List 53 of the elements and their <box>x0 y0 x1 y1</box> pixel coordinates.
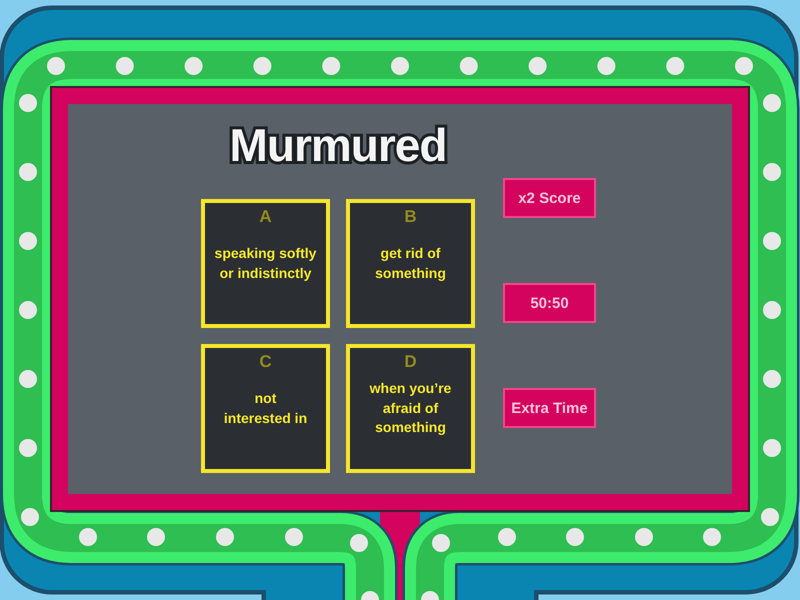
marquee-light-icon <box>566 528 584 546</box>
marquee-light-icon <box>147 528 165 546</box>
marquee-light-icon <box>763 439 781 457</box>
marquee-light-icon <box>116 57 134 75</box>
marquee-light-icon <box>432 534 450 552</box>
answer-letter: B <box>404 207 417 227</box>
answer-text: speaking softly or indistinctly <box>214 244 316 283</box>
marquee-light-icon <box>19 163 37 181</box>
marquee-light-icon <box>350 534 368 552</box>
power-up-button[interactable]: Extra Time <box>503 388 596 428</box>
answer-letter: D <box>404 352 417 372</box>
marquee-light-icon <box>19 439 37 457</box>
marquee-light-icon <box>703 528 721 546</box>
marquee-light-icon <box>597 57 616 75</box>
marquee-light-icon <box>763 232 781 250</box>
marquee-light-icon <box>498 528 516 546</box>
marquee-light-icon <box>391 57 409 75</box>
marquee-light-icon <box>460 57 478 75</box>
marquee-light-icon <box>19 232 37 250</box>
answer-card[interactable]: C not interested in <box>201 344 330 473</box>
marquee-light-icon <box>21 508 39 526</box>
marquee-light-icon <box>216 528 234 546</box>
marquee-light-icon <box>763 163 781 181</box>
answer-text: get rid of something <box>375 244 446 283</box>
marquee-light-icon <box>19 301 37 319</box>
power-up-button[interactable]: x2 Score <box>503 178 596 218</box>
marquee-light-icon <box>19 370 37 388</box>
answer-text: when you’re afraid of something <box>370 379 452 438</box>
marquee-light-icon <box>285 528 303 546</box>
marquee-light-icon <box>322 57 340 75</box>
marquee-light-icon <box>421 591 439 600</box>
marquee-light-icon <box>361 591 379 600</box>
marquee-light-icon <box>528 57 547 75</box>
answer-card[interactable]: D when you’re afraid of something <box>346 344 475 473</box>
marquee-light-icon <box>735 57 753 75</box>
question-title: Murmured <box>230 122 446 168</box>
marquee-light-icon <box>763 94 781 112</box>
answer-letter: C <box>259 352 272 372</box>
marquee-light-icon <box>79 528 97 546</box>
marquee-light-icon <box>184 57 203 75</box>
marquee-light-icon <box>763 301 781 319</box>
marquee-light-icon <box>19 94 37 112</box>
marquee-light-icon <box>253 57 272 75</box>
power-up-button[interactable]: 50:50 <box>503 283 596 323</box>
marquee-light-icon <box>761 508 779 526</box>
marquee-light-icon <box>666 57 684 75</box>
answer-card[interactable]: B get rid of something <box>346 199 475 328</box>
answer-letter: A <box>259 207 272 227</box>
answer-text: not interested in <box>224 389 308 428</box>
marquee-light-icon <box>47 57 65 75</box>
answer-card[interactable]: A speaking softly or indistinctly <box>201 199 330 328</box>
marquee-light-icon <box>635 528 653 546</box>
marquee-light-icon <box>763 370 781 388</box>
